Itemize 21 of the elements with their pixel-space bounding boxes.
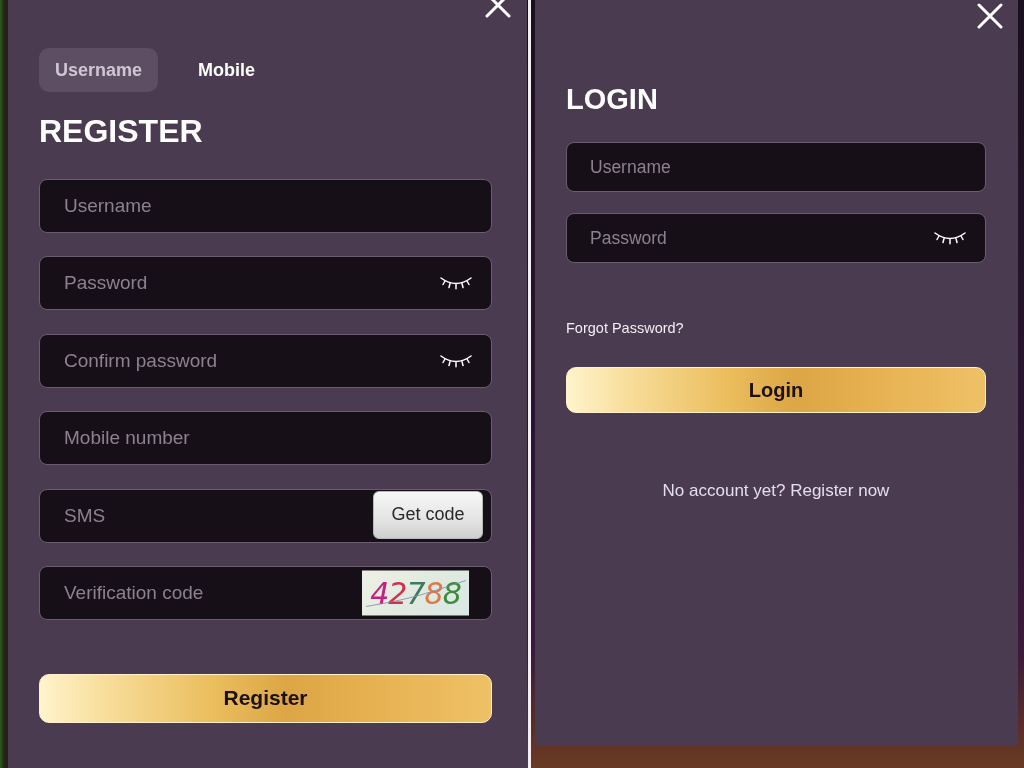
closed-eye-icon[interactable] bbox=[934, 231, 966, 245]
tab[interactable]: Username bbox=[39, 48, 159, 92]
register-prompt: No account yet? Register now bbox=[662, 481, 890, 501]
register-button[interactable]: Register bbox=[39, 673, 492, 723]
input-field[interactable]: Username bbox=[566, 142, 986, 192]
tab[interactable]: Mobile bbox=[182, 48, 272, 92]
password-field[interactable]: Password bbox=[39, 256, 492, 311]
password-field[interactable]: Confirm password bbox=[39, 333, 492, 388]
closed-eye-icon[interactable] bbox=[440, 353, 472, 368]
register-now-link[interactable]: Register now bbox=[790, 481, 890, 500]
input-field[interactable]: Mobile number bbox=[39, 411, 492, 466]
form-title: LOGIN bbox=[566, 82, 658, 116]
form-title: REGISTER bbox=[39, 113, 203, 150]
get-code-button[interactable]: Get code bbox=[373, 490, 483, 539]
login-button[interactable]: Login bbox=[566, 367, 986, 413]
password-field[interactable]: Password bbox=[566, 213, 986, 263]
captcha-image[interactable]: 42788 bbox=[362, 570, 469, 616]
input-field[interactable]: Username bbox=[39, 179, 492, 233]
forgot-password-link[interactable]: Forgot Password? bbox=[566, 320, 684, 337]
close-icon[interactable] bbox=[977, 3, 1003, 29]
closed-eye-icon[interactable] bbox=[440, 276, 472, 291]
